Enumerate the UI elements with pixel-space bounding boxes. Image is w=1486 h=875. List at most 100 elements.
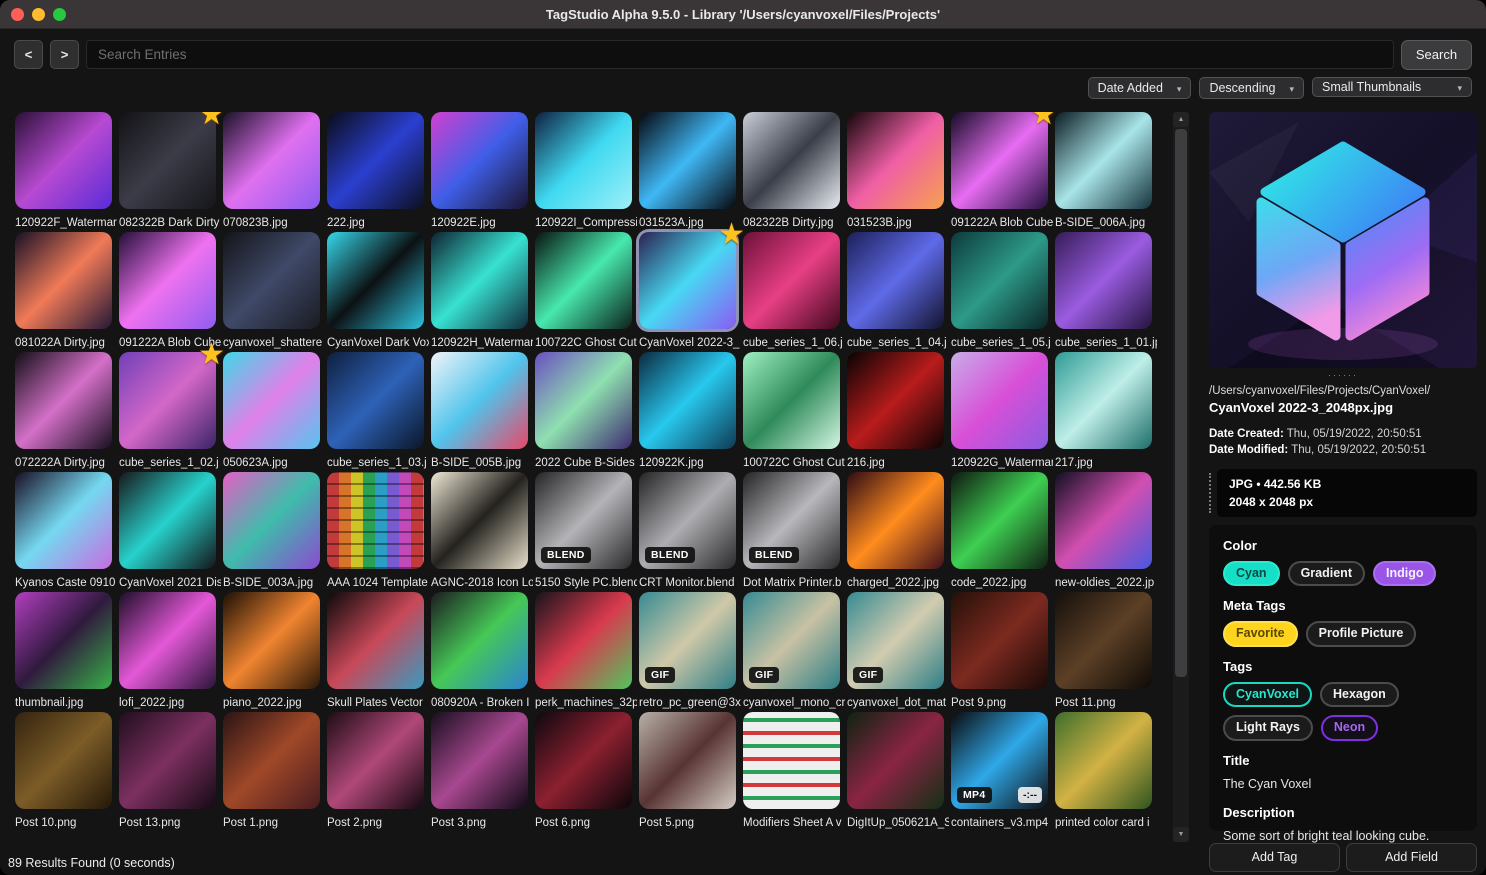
tag-chip[interactable]: Favorite [1223, 621, 1298, 647]
thumbnail[interactable] [639, 112, 736, 209]
grid-item[interactable]: DigItUp_050621A_S [847, 712, 951, 829]
thumbnail[interactable] [535, 352, 632, 449]
tag-chip[interactable]: Light Rays [1223, 715, 1313, 741]
panel-resize-handle[interactable]: ······ [1209, 370, 1477, 380]
grid-item[interactable]: GIFcyanvoxel_mono_cr [743, 592, 847, 709]
grid-item[interactable]: cube_series_1_01.jp [1055, 232, 1159, 349]
thumbnail[interactable] [327, 472, 424, 569]
minimize-button[interactable] [32, 8, 45, 21]
thumbnail[interactable] [639, 352, 736, 449]
thumbnail[interactable]: BLEND [535, 472, 632, 569]
grid-item[interactable]: 120922E.jpg [431, 112, 535, 229]
grid-item[interactable]: 120922K.jpg [639, 352, 743, 469]
thumbnail[interactable] [431, 232, 528, 329]
thumbnail[interactable] [119, 592, 216, 689]
thumbnail[interactable]: BLEND [639, 472, 736, 569]
thumbnail[interactable] [1055, 232, 1152, 329]
thumbnail[interactable] [1055, 472, 1152, 569]
thumbnail[interactable] [1055, 712, 1152, 809]
grid-item[interactable]: ★cube_series_1_02.j [119, 352, 223, 469]
tag-chip[interactable]: Indigo [1373, 561, 1437, 587]
grid-item[interactable]: Post 11.png [1055, 592, 1159, 709]
scroll-up-icon[interactable]: ▲ [1173, 112, 1189, 127]
grid-item[interactable]: Post 10.png [15, 712, 119, 829]
thumbnail[interactable] [951, 472, 1048, 569]
thumbnail[interactable] [847, 232, 944, 329]
grid-item[interactable]: Skull Plates Vector [327, 592, 431, 709]
thumbnail[interactable] [1055, 112, 1152, 209]
grid-item[interactable]: BLEND5150 Style PC.blend [535, 472, 639, 589]
grid-item[interactable]: ★CyanVoxel 2022-3_ [639, 232, 743, 349]
grid-item[interactable]: Post 3.png [431, 712, 535, 829]
add-tag-button[interactable]: Add Tag [1209, 843, 1340, 872]
grid-item[interactable]: 120922I_Compressi [535, 112, 639, 229]
thumbnail[interactable] [15, 112, 112, 209]
scroll-down-icon[interactable]: ▼ [1173, 827, 1189, 842]
thumbnail[interactable] [847, 112, 944, 209]
thumbnail[interactable] [431, 352, 528, 449]
thumbnail[interactable] [327, 712, 424, 809]
thumbnail[interactable] [535, 712, 632, 809]
grid-item[interactable]: 216.jpg [847, 352, 951, 469]
tag-chip[interactable]: CyanVoxel [1223, 682, 1312, 708]
tag-chip[interactable]: Cyan [1223, 561, 1280, 587]
thumbnail[interactable] [327, 352, 424, 449]
thumbnail[interactable] [119, 232, 216, 329]
field-value[interactable]: The Cyan Voxel [1223, 776, 1463, 793]
thumbnail[interactable] [951, 232, 1048, 329]
thumbnail[interactable]: GIF [847, 592, 944, 689]
tag-chip[interactable]: Neon [1321, 715, 1378, 741]
grid-item[interactable]: Post 9.png [951, 592, 1055, 709]
grid-item[interactable]: Post 6.png [535, 712, 639, 829]
thumbnail[interactable] [15, 472, 112, 569]
tag-chip[interactable]: Hexagon [1320, 682, 1399, 708]
grid-item[interactable]: GIFcyanvoxel_dot_mat [847, 592, 951, 709]
thumbnail[interactable] [431, 112, 528, 209]
thumbnail[interactable] [743, 352, 840, 449]
thumbnail[interactable] [327, 112, 424, 209]
thumbnail[interactable] [535, 592, 632, 689]
grid-item[interactable]: cube_series_1_06.j [743, 232, 847, 349]
tag-chip[interactable]: Gradient [1288, 561, 1365, 587]
thumbnail[interactable] [15, 232, 112, 329]
thumbnail[interactable]: ★ [119, 352, 216, 449]
grid-item[interactable]: 080920A - Broken I [431, 592, 535, 709]
grid-item[interactable]: 070823B.jpg [223, 112, 327, 229]
grid-item[interactable]: GIFretro_pc_green@3x [639, 592, 743, 709]
grid-item[interactable]: 2022 Cube B-Sides [535, 352, 639, 469]
thumbnail[interactable] [119, 712, 216, 809]
grid-item[interactable]: piano_2022.jpg [223, 592, 327, 709]
thumbnail[interactable] [431, 712, 528, 809]
grid-item[interactable]: 222.jpg [327, 112, 431, 229]
search-input[interactable] [86, 40, 1394, 69]
grid-item[interactable]: 091222A Blob Cube [119, 232, 223, 349]
grid-item[interactable]: lofi_2022.jpg [119, 592, 223, 709]
thumbnail[interactable] [223, 232, 320, 329]
grid-item[interactable]: 031523B.jpg [847, 112, 951, 229]
thumbnail[interactable] [223, 472, 320, 569]
thumbnail[interactable] [951, 352, 1048, 449]
thumbnail[interactable] [847, 712, 944, 809]
thumbnail[interactable]: BLEND [743, 472, 840, 569]
grid-item[interactable]: cube_series_1_03.j [327, 352, 431, 469]
thumbnail[interactable] [743, 232, 840, 329]
close-button[interactable] [11, 8, 24, 21]
grid-item[interactable]: 031523A.jpg [639, 112, 743, 229]
grid-item[interactable]: BLENDDot Matrix Printer.b [743, 472, 847, 589]
thumbnail[interactable]: MP4-:-- [951, 712, 1048, 809]
thumbnail[interactable] [1055, 592, 1152, 689]
thumbnail[interactable] [431, 592, 528, 689]
grid-item[interactable]: 081022A Dirty.jpg [15, 232, 119, 349]
grid-item[interactable]: perk_machines_32p [535, 592, 639, 709]
thumbnail[interactable] [327, 232, 424, 329]
thumbnail[interactable] [223, 712, 320, 809]
grid-item[interactable]: 050623A.jpg [223, 352, 327, 469]
grid-item[interactable]: 120922H_Watermar [431, 232, 535, 349]
thumbnail[interactable] [743, 112, 840, 209]
thumbnail[interactable] [327, 592, 424, 689]
thumbnail[interactable] [535, 232, 632, 329]
grid-item[interactable]: B-SIDE_006A.jpg [1055, 112, 1159, 229]
grid-item[interactable]: 120922F_Watermarl [15, 112, 119, 229]
sort-field-dropdown[interactable]: Date Added ▾ [1088, 77, 1192, 99]
preview-image[interactable] [1209, 112, 1477, 368]
